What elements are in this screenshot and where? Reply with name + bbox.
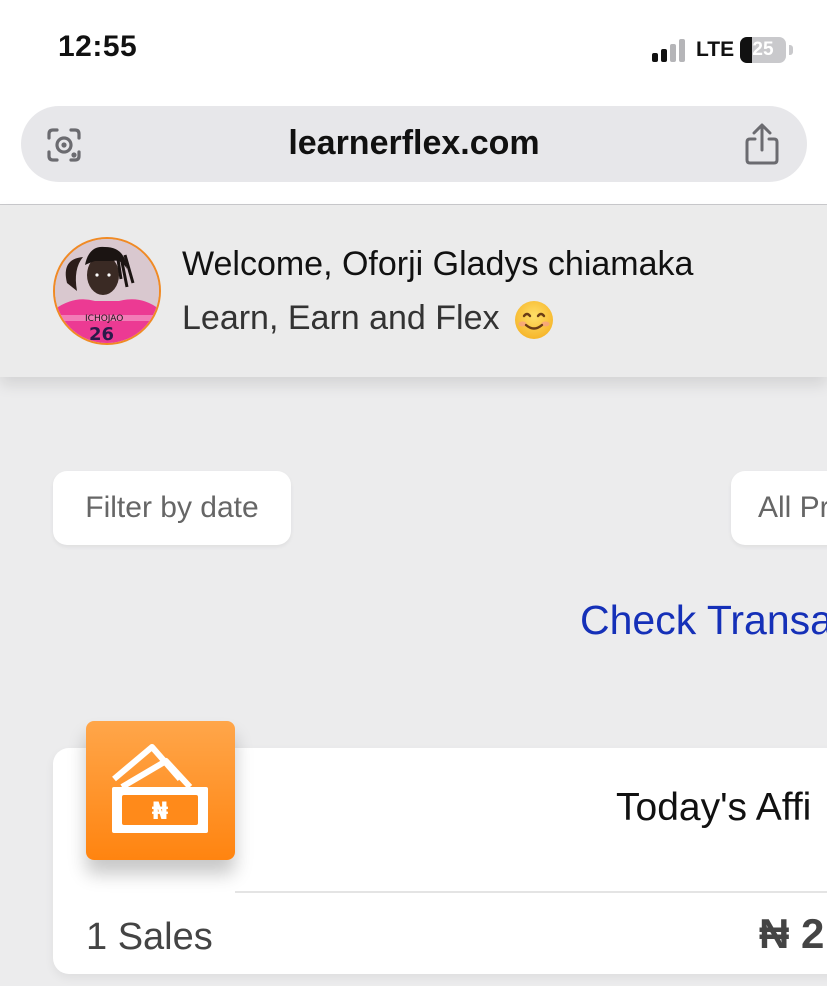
signal-icon (652, 38, 692, 62)
smile-emoji-icon (514, 301, 553, 340)
sales-count: 1 Sales (86, 916, 213, 958)
money-icon: ₦ (86, 721, 235, 860)
tagline-text: Learn, Earn and Flex (182, 299, 500, 337)
check-transactions-link[interactable]: Check Transa (580, 597, 827, 644)
welcome-message: Welcome, Oforji Gladys chiamaka (182, 245, 694, 283)
share-icon[interactable] (742, 122, 782, 166)
status-bar: 12:55 LTE 25 (0, 0, 827, 100)
tagline-row: Learn, Earn and Flex (182, 299, 555, 341)
svg-text:ICHOJAO: ICHOJAO (85, 314, 123, 324)
battery-icon: 25 (740, 37, 786, 63)
battery-level: 25 (752, 39, 774, 60)
all-products-filter-button[interactable]: All Pr (731, 471, 827, 545)
card-divider (235, 891, 827, 893)
svg-text:26: 26 (89, 324, 114, 343)
filter-by-date-button[interactable]: Filter by date (53, 471, 291, 545)
status-time: 12:55 (58, 30, 138, 63)
browser-chrome: learnerflex.com (0, 100, 827, 205)
svg-text:₦: ₦ (152, 797, 169, 825)
welcome-header: ICHOJAO 26 Welcome, Oforji Gladys chiama… (0, 205, 827, 377)
avatar[interactable]: ICHOJAO 26 (53, 237, 161, 345)
avatar-photo: ICHOJAO 26 (55, 239, 159, 343)
sales-amount: ₦ 2 (759, 910, 825, 957)
network-type: LTE (696, 38, 735, 61)
url-text: learnerflex.com (288, 124, 540, 162)
address-bar[interactable]: learnerflex.com (21, 106, 807, 182)
battery-cap (789, 45, 793, 55)
card-title: Today's Affi (616, 786, 812, 829)
